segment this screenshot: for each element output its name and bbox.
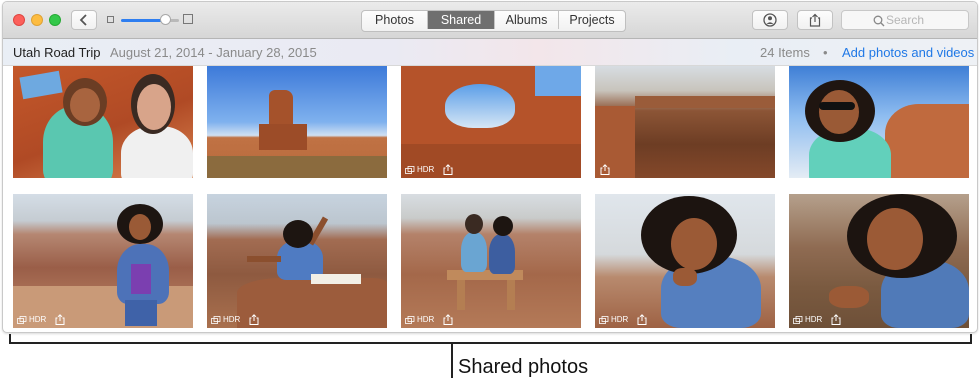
back-button[interactable]	[71, 10, 97, 30]
album-dates: August 21, 2014 - January 28, 2015	[110, 45, 317, 60]
burst-icon	[405, 165, 415, 174]
hdr-badge: HDR	[405, 315, 434, 324]
person-circle-icon	[763, 13, 777, 27]
hdr-badge: HDR	[405, 165, 434, 174]
photo-thumbnail[interactable]: HDR	[789, 194, 969, 328]
tab-photos[interactable]: Photos	[362, 11, 428, 29]
album-title: Utah Road Trip	[13, 45, 101, 60]
share-icon	[443, 164, 453, 175]
photo-thumbnail[interactable]: HDR	[13, 194, 193, 328]
hdr-label: HDR	[805, 315, 823, 324]
share-button[interactable]	[797, 10, 833, 30]
add-photos-link[interactable]: Add photos and videos	[842, 45, 974, 60]
burst-icon	[405, 315, 415, 324]
callout-label: Shared photos	[458, 356, 589, 378]
tab-projects[interactable]: Projects	[559, 11, 625, 29]
callout-bracket	[9, 334, 972, 344]
small-thumbnails-icon	[107, 16, 114, 23]
hdr-badge: HDR	[599, 315, 628, 324]
share-icon	[249, 314, 259, 325]
info-button[interactable]	[752, 10, 788, 30]
burst-icon	[17, 315, 27, 324]
large-thumbnails-icon	[183, 14, 193, 24]
slider-thumb[interactable]	[160, 14, 171, 25]
photo-grid: HDR HDR HDR HDR HDR HDR	[3, 66, 977, 332]
hdr-label: HDR	[223, 315, 241, 324]
share-icon	[600, 164, 610, 175]
search-icon	[873, 15, 885, 27]
toolbar: Photos Shared Albums Projects Search	[3, 2, 977, 39]
share-icon	[809, 13, 821, 27]
share-icon	[55, 314, 65, 325]
view-tabs: Photos Shared Albums Projects	[361, 10, 626, 32]
photo-thumbnail[interactable]: HDR	[207, 194, 387, 328]
album-info-bar: Utah Road Trip August 21, 2014 - January…	[3, 39, 977, 66]
tab-albums[interactable]: Albums	[495, 11, 559, 29]
hdr-label: HDR	[417, 165, 435, 174]
separator-dot: •	[823, 45, 828, 60]
photo-thumbnail[interactable]	[595, 66, 775, 178]
minimize-window-button[interactable]	[31, 14, 43, 26]
zoom-slider[interactable]	[107, 13, 193, 27]
hdr-badge: HDR	[793, 315, 822, 324]
photo-thumbnail[interactable]	[789, 66, 969, 178]
hdr-badge: HDR	[17, 315, 46, 324]
share-icon	[831, 314, 841, 325]
photo-thumbnail[interactable]: HDR	[401, 194, 581, 328]
fullscreen-window-button[interactable]	[49, 14, 61, 26]
close-window-button[interactable]	[13, 14, 25, 26]
photo-thumbnail[interactable]: HDR	[595, 194, 775, 328]
hdr-label: HDR	[29, 315, 47, 324]
hdr-label: HDR	[611, 315, 629, 324]
share-icon	[637, 314, 647, 325]
burst-icon	[599, 315, 609, 324]
tab-shared[interactable]: Shared	[428, 11, 495, 29]
burst-icon	[211, 315, 221, 324]
burst-icon	[793, 315, 803, 324]
hdr-label: HDR	[417, 315, 435, 324]
chevron-left-icon	[79, 14, 87, 26]
search-placeholder: Search	[886, 13, 925, 27]
share-icon	[443, 314, 453, 325]
search-field[interactable]: Search	[841, 10, 969, 30]
photo-thumbnail[interactable]	[207, 66, 387, 178]
hdr-badge: HDR	[211, 315, 240, 324]
item-count: 24 Items	[760, 45, 810, 60]
photo-thumbnail[interactable]: HDR	[401, 66, 581, 178]
callout-line	[451, 344, 453, 378]
photos-window: Photos Shared Albums Projects Search Uta…	[2, 1, 978, 333]
photo-thumbnail[interactable]	[13, 66, 193, 178]
